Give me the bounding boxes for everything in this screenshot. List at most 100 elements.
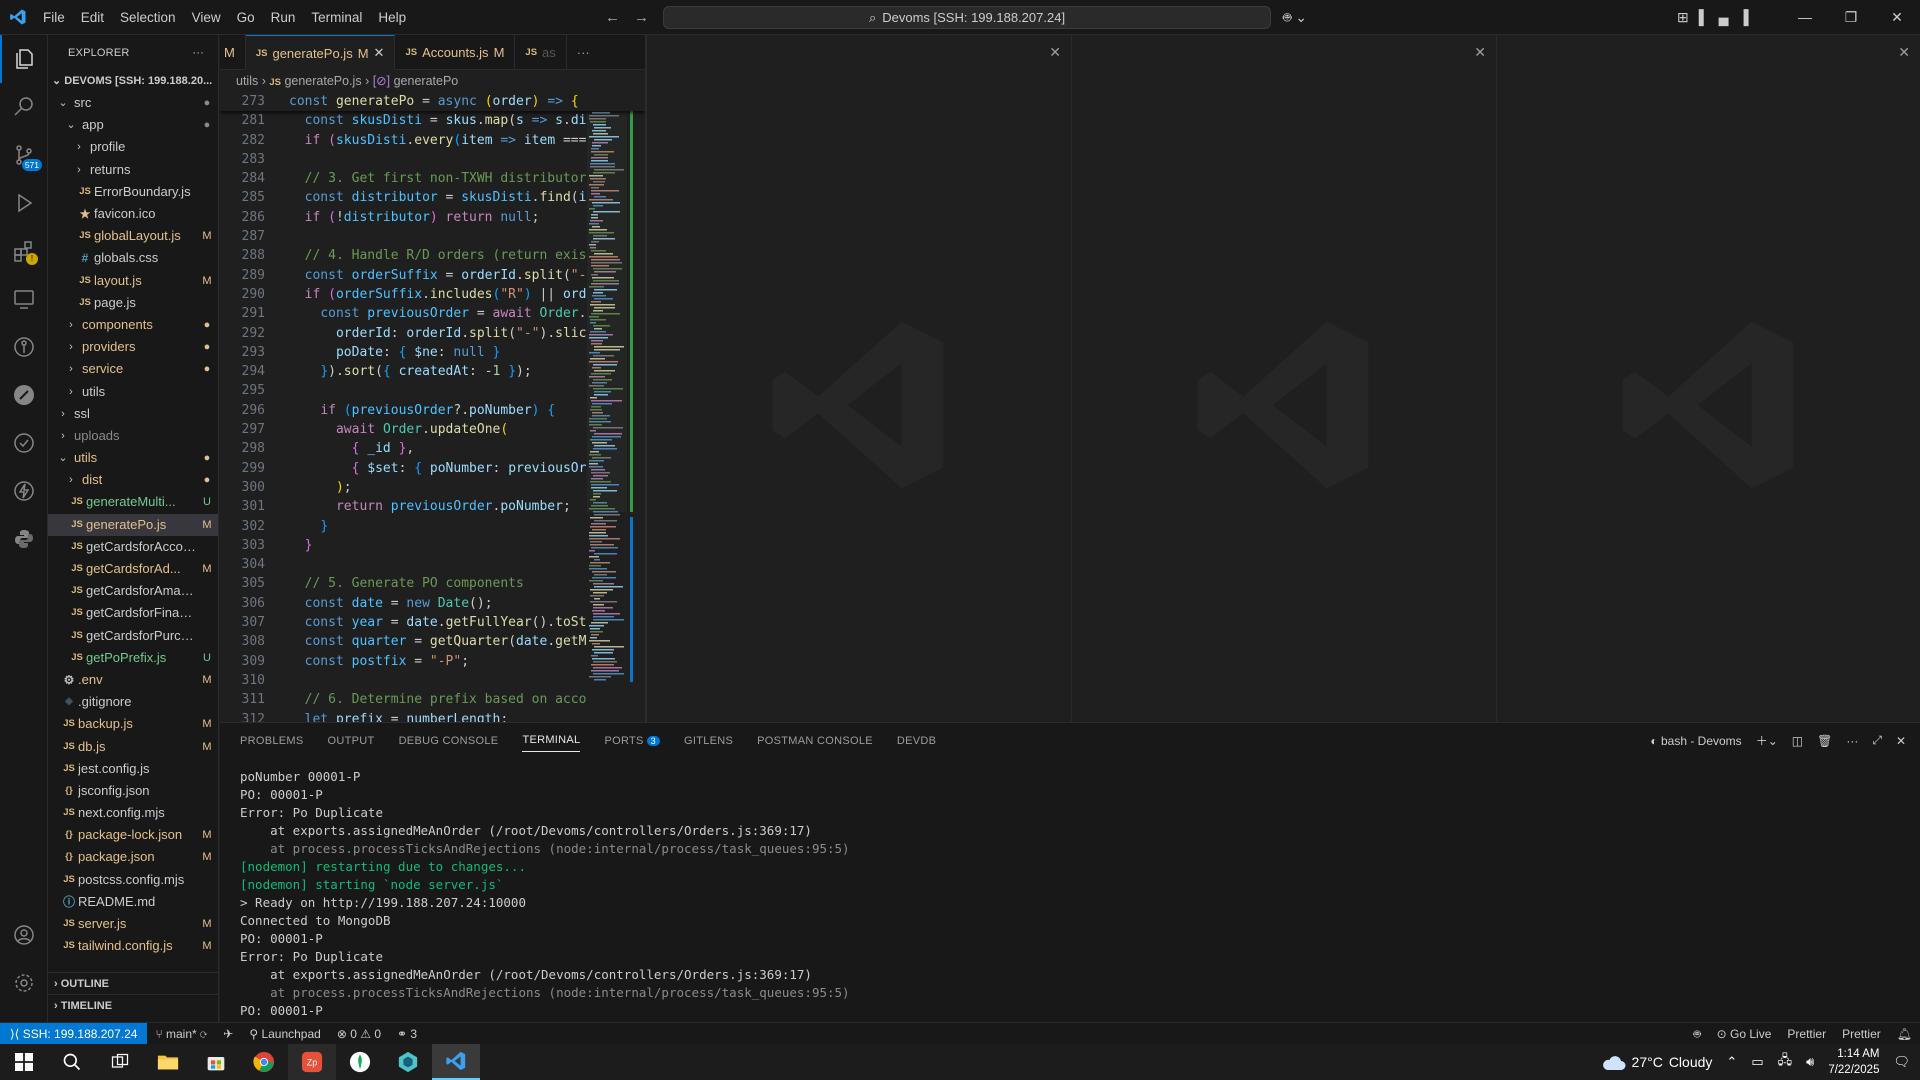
menu-go[interactable]: Go: [229, 0, 263, 35]
forward-arrow-icon[interactable]: →: [634, 0, 649, 35]
manage-gear-icon[interactable]: [0, 959, 48, 1007]
breadcrumb-symbol[interactable]: generatePo: [394, 74, 459, 88]
breadcrumb-folder[interactable]: utils: [236, 74, 258, 88]
tree-item[interactable]: {} package-lock.json M: [48, 824, 218, 846]
file-explorer-icon[interactable]: [144, 1044, 192, 1080]
panel-tab-terminal[interactable]: TERMINAL: [522, 729, 581, 752]
toggle-panel-icon[interactable]: ▄: [1719, 0, 1729, 35]
notification-center-icon[interactable]: 🗨︎: [1893, 1054, 1910, 1070]
minimap[interactable]: [587, 92, 635, 692]
volume-icon[interactable]: 🔊︎: [1806, 1054, 1814, 1070]
breadcrumb-file[interactable]: generatePo.js: [284, 74, 361, 88]
command-center-search[interactable]: ⌕ Devoms [SSH: 199.188.207.24]: [663, 6, 1271, 29]
tree-item[interactable]: › service ●: [48, 358, 218, 380]
extensions-icon[interactable]: !: [0, 227, 48, 275]
show-hidden-icons-icon[interactable]: ⌃: [1726, 1054, 1737, 1070]
microsoft-store-icon[interactable]: [192, 1044, 240, 1080]
maximize-panel-icon[interactable]: ⤢: [1872, 733, 1882, 748]
kill-terminal-icon[interactable]: 🗑︎: [1817, 734, 1832, 748]
panel-tab-gitlens[interactable]: GITLENS: [684, 735, 733, 747]
task-view-icon[interactable]: [96, 1044, 144, 1080]
panel-tab-debug-console[interactable]: DEBUG CONSOLE: [399, 735, 499, 747]
tree-item[interactable]: › components ●: [48, 314, 218, 336]
tree-item[interactable]: JS generatePo.js M: [48, 513, 218, 536]
tree-item[interactable]: JS getPoPrefix.js U: [48, 647, 218, 669]
tree-item[interactable]: {} package.json M: [48, 846, 218, 868]
close-window-icon[interactable]: ✕: [1874, 0, 1920, 35]
panel-tab-devdb[interactable]: DEVDB: [897, 735, 936, 747]
split-terminal-icon[interactable]: ◫: [1792, 734, 1803, 748]
copilot-status-icon[interactable]: ✈: [215, 1027, 241, 1041]
mongodb-compass-icon[interactable]: [336, 1044, 384, 1080]
tree-item[interactable]: JS next.config.mjs: [48, 802, 218, 824]
tree-item[interactable]: ★ favicon.ico: [48, 203, 218, 225]
outline-section[interactable]: › OUTLINE: [48, 972, 218, 994]
customize-layout-icon[interactable]: ⊞: [1677, 0, 1689, 35]
tree-item[interactable]: JS db.js M: [48, 735, 218, 757]
more-tabs-icon[interactable]: ···: [567, 35, 600, 70]
close-panel-icon[interactable]: ✕: [1896, 734, 1906, 748]
remote-explorer-icon[interactable]: [0, 275, 48, 323]
new-terminal-icon[interactable]: ＋⌄: [1756, 732, 1778, 749]
tree-item[interactable]: ⚙ .env M: [48, 669, 218, 691]
tree-item[interactable]: JS server.js M: [48, 913, 218, 935]
search-icon[interactable]: [0, 83, 48, 131]
terminal-output[interactable]: poNumber 00001-P PO: 00001-P Error: Po Dup…: [220, 758, 1920, 1020]
panel-tab-ports[interactable]: PORTS 3: [604, 735, 660, 747]
prettier-status-2[interactable]: Prettier: [1834, 1027, 1889, 1041]
tree-item[interactable]: › dist ●: [48, 469, 218, 491]
tree-item[interactable]: {} jsconfig.json: [48, 780, 218, 802]
panel-tab-problems[interactable]: PROBLEMS: [240, 735, 304, 747]
panel-tab-postman-console[interactable]: POSTMAN CONSOLE: [757, 735, 873, 747]
source-control-icon[interactable]: 571: [0, 131, 48, 179]
tree-item[interactable]: JSgetCardsforAmazon.js: [48, 580, 218, 602]
panel-tab-output[interactable]: OUTPUT: [328, 735, 375, 747]
tree-item[interactable]: › providers ●: [48, 336, 218, 358]
tree-item[interactable]: ⓘ README.md: [48, 891, 218, 913]
close-group-icon[interactable]: ✕: [1474, 44, 1486, 61]
tree-item[interactable]: › uploads: [48, 425, 218, 447]
zoom-app-icon[interactable]: Zp: [288, 1044, 336, 1080]
remote-indicator[interactable]: ⟩⟨ SSH: 199.188.207.24: [0, 1022, 148, 1045]
postman-icon[interactable]: [0, 371, 48, 419]
battery-icon[interactable]: ▭: [1751, 1054, 1763, 1070]
tree-item[interactable]: JS tailwind.config.js M: [48, 935, 218, 957]
menu-file[interactable]: File: [35, 0, 73, 35]
close-group-icon[interactable]: ✕: [1049, 44, 1061, 61]
back-arrow-icon[interactable]: ←: [605, 0, 620, 35]
windows-start-icon[interactable]: [0, 1044, 48, 1080]
gitlens-icon[interactable]: [0, 323, 48, 371]
editor-tab[interactable]: JS Accounts.js M: [395, 35, 516, 70]
tree-item[interactable]: # globals.css: [48, 247, 218, 269]
tree-item[interactable]: JSgetCardsforPurchasi...: [48, 625, 218, 647]
tree-item[interactable]: › returns: [48, 159, 218, 181]
app-icon[interactable]: [384, 1044, 432, 1080]
copilot-icon[interactable]: 🤖︎ ⌄: [1283, 0, 1307, 35]
toggle-secondary-sidebar-icon[interactable]: ▐: [1739, 0, 1749, 35]
tree-item[interactable]: › ssl: [48, 403, 218, 425]
tree-item[interactable]: JS postcss.config.mjs: [48, 869, 218, 891]
tree-item[interactable]: ⌄ utils ●: [48, 447, 218, 469]
close-tab-icon[interactable]: ✕: [374, 45, 385, 61]
sticky-scroll-line[interactable]: 273 const generatePo = async (order) => {: [220, 92, 645, 112]
tree-item[interactable]: JSgetCardsforFinance.js: [48, 602, 218, 624]
menu-selection[interactable]: Selection: [112, 0, 184, 35]
tree-item[interactable]: JS layout.js M: [48, 270, 218, 292]
more-actions-icon[interactable]: ···: [192, 47, 204, 59]
code-editor[interactable]: 273 const generatePo = async (order) => {…: [220, 92, 645, 722]
terminal-shell-selector[interactable]: ◐ bash - Devoms: [1650, 734, 1741, 748]
run-debug-icon[interactable]: [0, 179, 48, 227]
thunder-client-icon[interactable]: [0, 467, 48, 515]
accounts-icon[interactable]: [0, 911, 48, 959]
branch-indicator[interactable]: ⑂ main* ⟳: [147, 1027, 215, 1041]
editor-tab[interactable]: JS as: [515, 35, 567, 70]
tree-item[interactable]: JS getCardsforAd... M: [48, 558, 218, 580]
tree-item[interactable]: › profile: [48, 136, 218, 158]
menu-run[interactable]: Run: [263, 0, 304, 35]
explorer-icon[interactable]: [0, 35, 48, 83]
tree-item[interactable]: › utils: [48, 380, 218, 402]
close-group-icon[interactable]: ✕: [1898, 44, 1910, 61]
menu-edit[interactable]: Edit: [73, 0, 112, 35]
menu-terminal[interactable]: Terminal: [303, 0, 370, 35]
tree-item[interactable]: ⌄ app ●: [48, 114, 218, 136]
